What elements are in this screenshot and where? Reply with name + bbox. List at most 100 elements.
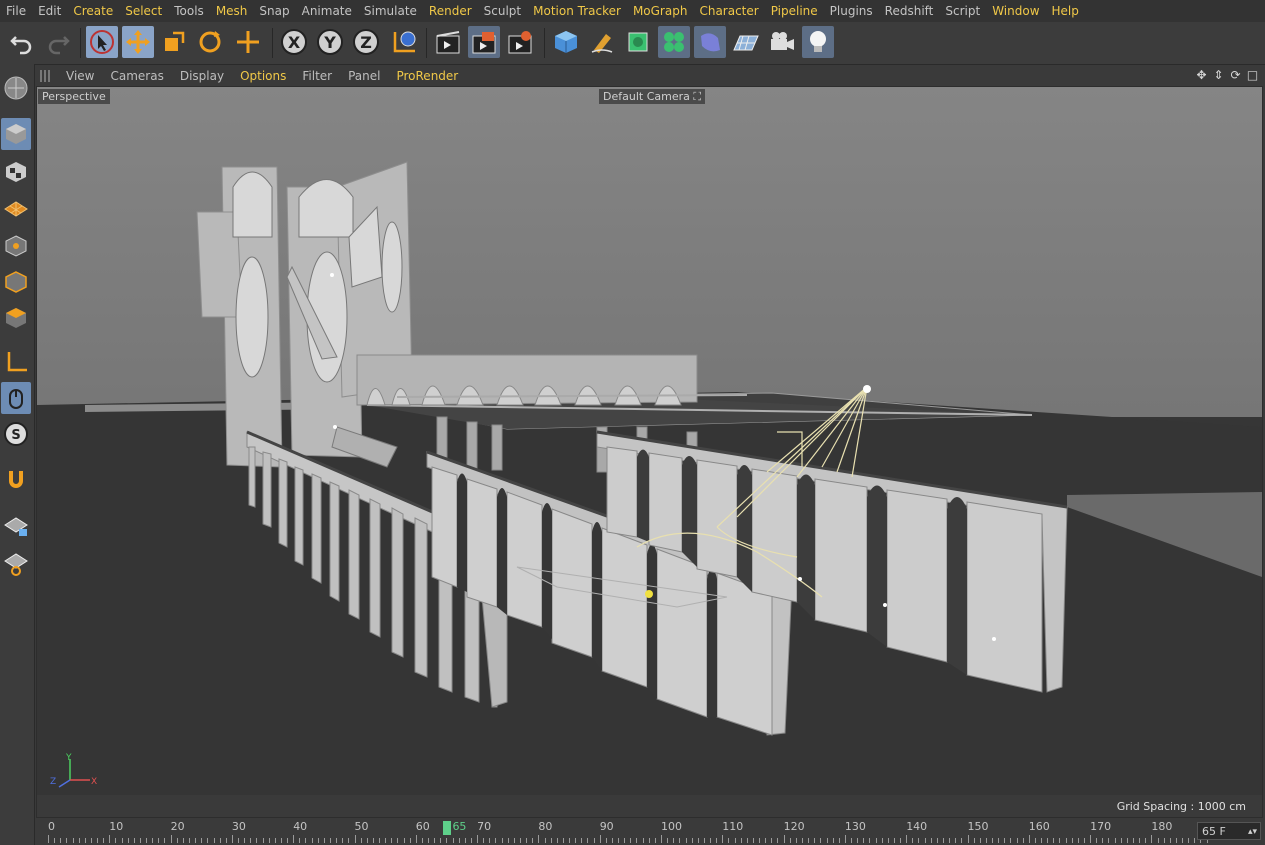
menu-motion-tracker[interactable]: Motion Tracker: [527, 0, 627, 22]
menu-plugins[interactable]: Plugins: [824, 0, 879, 22]
timeline-tick: [912, 838, 914, 843]
coordinate-system-button[interactable]: [388, 26, 420, 58]
perspective-viewport[interactable]: Y X Z Perspective Default Camera ⛶ Grid …: [36, 86, 1263, 818]
lock-workplane-button[interactable]: [1, 510, 31, 542]
timeline-tick: [458, 838, 460, 843]
frame-stepper-icon[interactable]: ▴▾: [1248, 823, 1257, 841]
timeline-tick: [446, 838, 448, 843]
undo-button[interactable]: [6, 26, 38, 58]
timeline-tick: [611, 838, 613, 843]
floor-button[interactable]: [730, 26, 762, 58]
timeline-tick: [967, 835, 969, 843]
menu-create[interactable]: Create: [67, 0, 119, 22]
grid-spacing-readout: Grid Spacing : 1000 cm: [1116, 800, 1246, 813]
timeline-tick: [605, 838, 607, 843]
pen-button[interactable]: [586, 26, 618, 58]
recent-tools-button[interactable]: [232, 26, 264, 58]
subdivision-icon: [628, 32, 648, 52]
scale-button[interactable]: [158, 26, 190, 58]
pan-view-icon[interactable]: ✥: [1195, 68, 1208, 82]
menu-simulate[interactable]: Simulate: [358, 0, 423, 22]
dolly-view-icon[interactable]: ⇕: [1212, 68, 1225, 82]
camera-button[interactable]: [766, 26, 798, 58]
timeline-tick: [133, 838, 135, 843]
viewport-menu-filter[interactable]: Filter: [294, 66, 340, 86]
timeline-tick: [673, 838, 675, 843]
timeline-tick: [1004, 838, 1006, 843]
render-view-button[interactable]: [432, 26, 464, 58]
planar-workplane-button[interactable]: [1, 548, 31, 580]
menu-edit[interactable]: Edit: [32, 0, 67, 22]
timeline-label: 140: [906, 820, 928, 833]
render-settings-button[interactable]: [504, 26, 536, 58]
menu-tools[interactable]: Tools: [168, 0, 210, 22]
menu-select[interactable]: Select: [119, 0, 168, 22]
polygons-mode-button[interactable]: [1, 302, 31, 334]
texture-mode-button[interactable]: [1, 156, 31, 188]
viewport-menu-view[interactable]: View: [58, 66, 102, 86]
axis-mode-button[interactable]: [1, 346, 31, 378]
z-axis-button[interactable]: Z: [350, 26, 382, 58]
mode-palette: S: [0, 64, 35, 845]
menu-help[interactable]: Help: [1046, 0, 1085, 22]
projection-label[interactable]: Perspective: [38, 89, 110, 104]
timeline-tick: [1120, 838, 1122, 843]
timeline-ruler[interactable]: 0 10 20 30 40 50 60 70 80 90 100 110 120 130 140 150 160…: [36, 818, 1208, 845]
playhead-marker[interactable]: [443, 821, 452, 835]
deformer-button[interactable]: [694, 26, 726, 58]
redo-button[interactable]: [42, 26, 74, 58]
orbit-view-icon[interactable]: ⟳: [1229, 68, 1242, 82]
solo-icon: S: [4, 422, 28, 446]
make-editable-button[interactable]: [1, 72, 31, 104]
viewport-menu-cameras[interactable]: Cameras: [102, 66, 171, 86]
menu-snap[interactable]: Snap: [253, 0, 295, 22]
viewport-menu-display[interactable]: Display: [172, 66, 232, 86]
timeline-tick: [158, 838, 160, 843]
workplane-mode-button[interactable]: [1, 192, 31, 224]
panel-grip-icon[interactable]: [40, 70, 52, 82]
snap-button[interactable]: [1, 464, 31, 496]
viewport-menu-prorender[interactable]: ProRender: [388, 66, 466, 86]
menu-render[interactable]: Render: [423, 0, 478, 22]
light-button[interactable]: [802, 26, 834, 58]
rotate-button[interactable]: [194, 26, 226, 58]
timeline-tick: [526, 838, 528, 843]
menu-redshift[interactable]: Redshift: [879, 0, 940, 22]
menu-mograph[interactable]: MoGraph: [627, 0, 694, 22]
menu-mesh[interactable]: Mesh: [210, 0, 254, 22]
tweak-mode-button[interactable]: [1, 382, 31, 414]
toggle-view-icon[interactable]: □: [1246, 68, 1259, 82]
viewport-menu-options[interactable]: Options: [232, 66, 294, 86]
timeline-tick: [844, 835, 846, 843]
menu-animate[interactable]: Animate: [296, 0, 358, 22]
menu-window[interactable]: Window: [986, 0, 1045, 22]
live-selection-button[interactable]: [86, 26, 118, 58]
timeline-tick: [274, 838, 276, 843]
y-axis-button[interactable]: Y: [314, 26, 346, 58]
menu-pipeline[interactable]: Pipeline: [765, 0, 824, 22]
edges-mode-button[interactable]: [1, 266, 31, 298]
camera-label[interactable]: Default Camera ⛶: [599, 89, 706, 104]
cloner-button[interactable]: [658, 26, 690, 58]
menu-script[interactable]: Script: [939, 0, 986, 22]
timeline-tick: [691, 838, 693, 843]
timeline-tick: [213, 838, 215, 843]
render-settings-icon: [508, 31, 532, 54]
subdivision-button[interactable]: [622, 26, 654, 58]
current-frame-field[interactable]: 65 F ▴▾: [1197, 822, 1261, 840]
model-mode-button[interactable]: [1, 118, 31, 150]
y-axis-icon: Y: [317, 29, 343, 55]
timeline-tick: [716, 838, 718, 843]
solo-button[interactable]: S: [1, 418, 31, 450]
menu-file[interactable]: File: [0, 0, 32, 22]
render-picture-viewer-button[interactable]: [468, 26, 500, 58]
timeline-tick: [182, 838, 184, 843]
timeline[interactable]: 0 10 20 30 40 50 60 70 80 90 100 110 120 130 140 150 160…: [36, 818, 1265, 845]
viewport-menu-panel[interactable]: Panel: [340, 66, 388, 86]
menu-sculpt[interactable]: Sculpt: [478, 0, 527, 22]
move-button[interactable]: [122, 26, 154, 58]
points-mode-button[interactable]: [1, 230, 31, 262]
menu-character[interactable]: Character: [693, 0, 764, 22]
x-axis-button[interactable]: X: [278, 26, 310, 58]
cube-button[interactable]: [550, 26, 582, 58]
